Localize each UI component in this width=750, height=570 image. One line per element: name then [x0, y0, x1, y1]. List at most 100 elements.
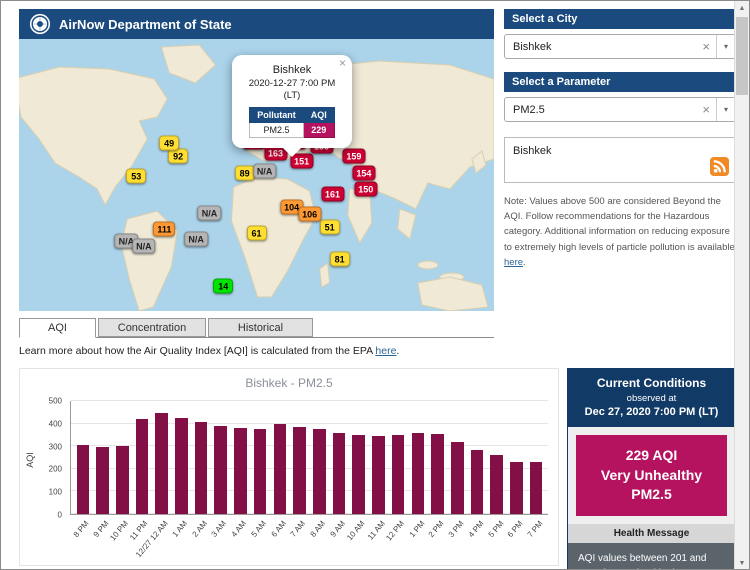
x-axis-tick-label: 7 AM: [289, 519, 308, 539]
aqi-marker[interactable]: 49: [159, 135, 179, 150]
x-axis-tick-label: 1 AM: [170, 519, 189, 539]
chart-bar[interactable]: [431, 434, 444, 514]
tab-concentration[interactable]: Concentration: [98, 318, 206, 337]
chart-bar[interactable]: [471, 450, 484, 514]
aqi-marker[interactable]: 51: [320, 219, 340, 234]
popup-datetime-line2: (LT): [238, 90, 346, 102]
aqi-badge-value: 229 AQI: [580, 446, 723, 466]
x-axis-tick-label: 3 AM: [210, 519, 229, 539]
chart-yaxis: 0100200300400500: [38, 401, 66, 515]
sidebar: Select a City Bishkek × ▾ Select a Param…: [504, 9, 736, 357]
popup-close-icon[interactable]: ×: [339, 57, 346, 69]
aqi-marker[interactable]: 159: [342, 148, 365, 163]
aqi-marker[interactable]: 89: [235, 166, 255, 181]
aqi-marker[interactable]: 61: [247, 225, 267, 240]
city-select[interactable]: Bishkek × ▾: [504, 34, 736, 59]
tab-aqi[interactable]: AQI: [19, 318, 96, 338]
scrollbar-track[interactable]: ▲ ▼: [734, 1, 749, 570]
observed-at-label: observed at: [572, 393, 731, 404]
rss-icon[interactable]: [710, 157, 729, 176]
aqi-marker[interactable]: 14: [213, 278, 233, 293]
x-axis-tick-label: 3 PM: [447, 519, 466, 539]
note-link[interactable]: here: [504, 257, 523, 268]
map-popup: × Bishkek 2020-12-27 7:00 PM (LT) Pollut…: [232, 55, 352, 148]
tab-historical[interactable]: Historical: [208, 318, 313, 337]
chart-bar[interactable]: [195, 422, 208, 514]
chart-bar[interactable]: [392, 435, 405, 514]
aqi-marker[interactable]: 150: [354, 181, 377, 196]
aqi-marker[interactable]: 154: [352, 166, 375, 181]
x-axis-tick-label: 10 PM: [108, 519, 130, 542]
y-axis-tick-label: 200: [49, 465, 62, 474]
chart-bar[interactable]: [451, 442, 464, 514]
bottom-row: Bishkek - PM2.5 AQI 0100200300400500 8 P…: [19, 368, 736, 570]
chart-bar[interactable]: [214, 426, 227, 514]
chart-bar[interactable]: [490, 455, 503, 514]
x-axis-tick-label: 4 PM: [466, 519, 485, 539]
aqi-marker[interactable]: N/A: [132, 238, 156, 253]
chart-bar[interactable]: [352, 435, 365, 514]
chart-bar[interactable]: [530, 462, 543, 514]
chart-bar[interactable]: [155, 413, 168, 514]
y-axis-tick-label: 500: [49, 397, 62, 406]
learn-more-suffix: .: [396, 345, 399, 357]
y-axis-label: AQI: [25, 452, 35, 468]
world-map[interactable]: 539249N/AN/A11189N/A158163169151156N/AN/…: [19, 39, 494, 311]
observed-at-datetime: Dec 27, 2020 7:00 PM (LT): [572, 406, 731, 418]
popup-aqi-value: 229: [303, 122, 334, 137]
note-suffix: .: [523, 257, 526, 268]
aqi-marker[interactable]: 161: [321, 187, 344, 202]
rss-city-label: Bishkek: [513, 145, 552, 157]
chart-xlabels: 8 PM9 PM10 PM11 PM12/27 12 AM1 AM2 AM3 A…: [70, 516, 548, 565]
chart-bar[interactable]: [175, 418, 188, 514]
parameter-dropdown-arrow-icon[interactable]: ▾: [716, 98, 735, 121]
chart-title: Bishkek - PM2.5: [20, 369, 558, 390]
x-axis-tick-label: 7 PM: [526, 519, 545, 539]
aqi-marker[interactable]: 106: [298, 206, 321, 221]
chart-bar[interactable]: [116, 446, 129, 514]
aqi-marker[interactable]: 53: [126, 169, 146, 184]
city-select-value: Bishkek: [513, 41, 696, 53]
epa-link[interactable]: here: [375, 345, 396, 357]
chart-bar[interactable]: [412, 433, 425, 514]
health-message-text: AQI values between 201 and 300 trigger a…: [568, 543, 735, 570]
chart-bar[interactable]: [96, 447, 109, 514]
city-clear-icon[interactable]: ×: [696, 39, 716, 54]
scrollbar-thumb[interactable]: [736, 17, 748, 95]
y-axis-tick-label: 0: [58, 511, 62, 520]
chart-bar[interactable]: [274, 424, 287, 514]
aqi-marker[interactable]: N/A: [198, 206, 222, 221]
scroll-down-icon[interactable]: ▼: [735, 556, 749, 570]
x-axis-tick-label: 10 AM: [345, 519, 366, 542]
aqi-badge-category: Very Unhealthy: [580, 466, 723, 486]
chart-bars: [71, 401, 548, 514]
chart-bar[interactable]: [510, 462, 523, 514]
aqi-marker[interactable]: N/A: [184, 231, 208, 246]
aqi-marker[interactable]: N/A: [253, 163, 277, 178]
learn-more-prefix: Learn more about how the Air Quality Ind…: [19, 345, 375, 357]
scroll-up-icon[interactable]: ▲: [735, 1, 749, 16]
popup-col-pollutant: Pollutant: [250, 107, 304, 122]
chart-bar[interactable]: [313, 429, 326, 514]
chart-bar[interactable]: [77, 445, 90, 514]
chart-bar[interactable]: [234, 428, 247, 514]
aqi-marker[interactable]: 81: [330, 252, 350, 267]
city-dropdown-arrow-icon[interactable]: ▾: [716, 35, 735, 58]
x-axis-tick-label: 8 PM: [71, 519, 90, 539]
aqi-marker[interactable]: 111: [153, 222, 175, 237]
dos-seal-icon: [29, 13, 51, 35]
chart-bar[interactable]: [254, 429, 267, 514]
chart-bar[interactable]: [333, 433, 346, 514]
chart-bar[interactable]: [136, 419, 149, 514]
parameter-clear-icon[interactable]: ×: [696, 102, 716, 117]
y-axis-tick-label: 300: [49, 442, 62, 451]
left-column: AirNow Department of State: [19, 9, 494, 357]
popup-datetime-line1: 2020-12-27 7:00 PM: [238, 78, 346, 90]
rss-box: Bishkek: [504, 137, 736, 183]
aqi-badge-pollutant: PM2.5: [580, 485, 723, 505]
chart-bar[interactable]: [293, 427, 306, 514]
y-axis-tick-label: 400: [49, 419, 62, 428]
app-title: AirNow Department of State: [59, 17, 232, 32]
chart-bar[interactable]: [372, 436, 385, 514]
parameter-select[interactable]: PM2.5 × ▾: [504, 97, 736, 122]
